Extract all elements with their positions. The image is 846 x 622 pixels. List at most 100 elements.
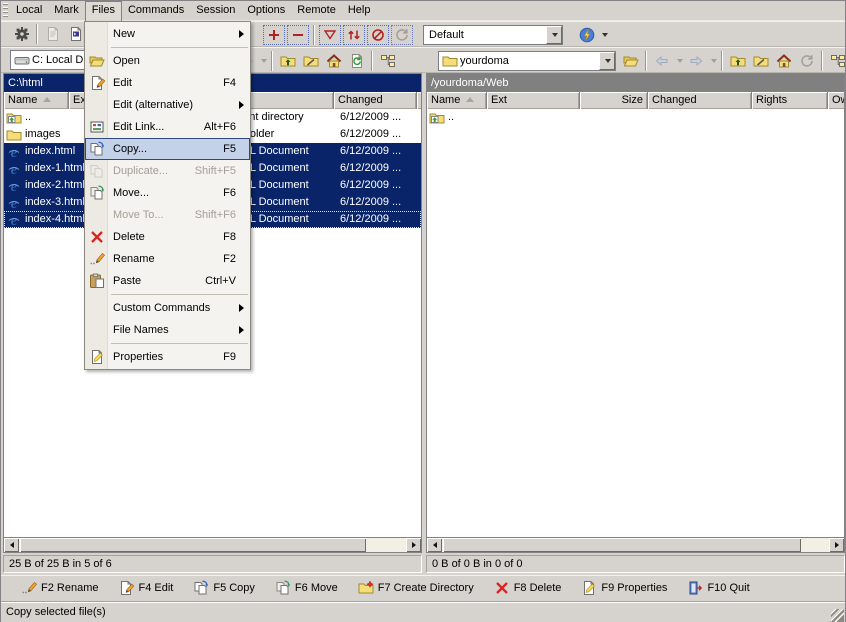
remote-dir-combo[interactable]: yourdoma [438,51,616,71]
menu-item-edit[interactable]: EditF4 [85,72,250,94]
command-button-label: F10 Quit [707,582,749,594]
menu-item-edit-alternative-[interactable]: Edit (alternative) [85,94,250,116]
tree-button[interactable] [826,50,846,72]
f8-delete-button[interactable]: F8 Delete [487,577,569,599]
resize-grip-icon[interactable] [831,609,844,622]
scrollbar-thumb[interactable] [443,538,801,552]
menubar-item-files[interactable]: Files [85,1,122,21]
menu-item-custom-commands[interactable]: Custom Commands [85,297,250,319]
remote-path-bar[interactable]: /yourdoma/Web [427,74,844,92]
file-name-label: .. [25,109,31,126]
synchronize-button[interactable] [343,25,365,45]
right-header-name[interactable]: Name [427,92,487,109]
refresh-button[interactable] [795,50,818,72]
remote-horizontal-scrollbar[interactable] [427,537,844,552]
menubar-item-remote[interactable]: Remote [291,1,342,21]
file-row--[interactable]: .. [427,109,844,126]
dropdown-button[interactable] [257,51,268,71]
menu-item-new[interactable]: New [85,23,250,45]
column-label: Name [8,94,37,106]
menubar-item-help[interactable]: Help [342,1,377,21]
f4-edit-button[interactable]: F4 Edit [111,577,180,599]
root-dir-button[interactable] [299,50,322,72]
menu-item-move-[interactable]: Move...F6 [85,182,250,204]
back-arrow-button[interactable] [650,50,673,72]
menubar-item-mark[interactable]: Mark [48,1,84,21]
menu-item-move-to-[interactable]: Move To...Shift+F6 [85,204,250,226]
menubar-item-options[interactable]: Options [241,1,291,21]
remote-dir-combo-dropdown[interactable] [599,52,615,70]
menu-separator [111,294,248,295]
file-changed-cell: 6/12/2009 ... [340,177,416,194]
parent-folder-icon [429,110,445,126]
menu-item-file-names[interactable]: File Names [85,319,250,341]
file-changed-cell: 6/12/2009 ... [340,160,416,177]
menu-item-copy-[interactable]: Copy...F5 [85,138,250,160]
f6-move-button[interactable]: F6 Move [268,577,345,599]
dropdown-button[interactable] [673,51,684,71]
column-label: Changed [338,94,383,106]
f5-copy-button[interactable]: F5 Copy [186,577,262,599]
menu-item-label: Move... [113,187,223,199]
parent-dir-button[interactable] [276,50,299,72]
right-header-rights[interactable]: Rights [752,92,828,109]
f10-quit-button[interactable]: F10 Quit [680,577,756,599]
preferences-gear-button[interactable] [10,23,33,45]
duplicate-icon [89,163,105,179]
menu-item-rename[interactable]: RenameF2 [85,248,250,270]
html-file-icon: e [6,212,22,228]
scroll-left-button[interactable] [427,538,442,552]
menubar-grip[interactable] [3,3,8,18]
menubar-item-commands[interactable]: Commands [122,1,190,21]
svg-text:e: e [11,162,18,177]
unselect-minus-button[interactable] [287,25,309,45]
toolbar-separator [821,51,823,71]
folder-icon [442,53,458,69]
new-session-button[interactable] [575,24,598,46]
menu-item-delete[interactable]: DeleteF8 [85,226,250,248]
scroll-left-button[interactable] [4,538,19,552]
menu-item-duplicate-[interactable]: Duplicate...Shift+F5 [85,160,250,182]
home-dir-button[interactable] [322,50,345,72]
left-header-changed[interactable]: Changed [334,92,417,109]
right-header-changed[interactable]: Changed [648,92,752,109]
open-dir-button[interactable] [619,50,642,72]
right-header-owner[interactable]: Owner [828,92,844,109]
file-name-label: .. [448,109,454,126]
menu-item-paste[interactable]: PasteCtrl+V [85,270,250,292]
chevron-down-icon [605,59,611,63]
right-header-size[interactable]: Size [580,92,648,109]
right-header-ext[interactable]: Ext [487,92,580,109]
left-header-attr[interactable]: Attr [417,92,421,109]
menubar-item-session[interactable]: Session [190,1,241,21]
tree-button[interactable] [376,50,399,72]
home-dir-button[interactable] [772,50,795,72]
f7-create-directory-button[interactable]: F7 Create Directory [351,577,481,599]
scroll-right-button[interactable] [406,538,421,552]
f9-properties-button[interactable]: F9 Properties [574,577,674,599]
dropdown-button[interactable] [707,51,718,71]
abort-button[interactable] [367,25,389,45]
filter-button[interactable] [319,25,341,45]
new-session-dropdown[interactable] [598,25,609,45]
parent-dir-button[interactable] [726,50,749,72]
scrollbar-thumb[interactable] [20,538,366,552]
forward-arrow-button[interactable] [684,50,707,72]
root-dir-button[interactable] [749,50,772,72]
menu-item-open[interactable]: Open [85,50,250,72]
menu-item-properties[interactable]: PropertiesF9 [85,346,250,368]
file-changed-cell: 6/12/2009 ... [340,109,416,126]
file-changed-cell: 6/12/2009 ... [340,194,416,211]
menu-item-edit-link-[interactable]: Edit Link...Alt+F6 [85,116,250,138]
left-header-name[interactable]: Name [4,92,69,109]
menubar-item-local[interactable]: Local [10,1,48,21]
refresh-green-button[interactable] [345,50,368,72]
session-combo[interactable]: Default [423,25,563,45]
session-combo-dropdown[interactable] [546,26,562,44]
f2-rename-button[interactable]: F2 Rename [14,577,105,599]
select-plus-button[interactable] [263,25,285,45]
scroll-right-button[interactable] [829,538,844,552]
refresh-button[interactable] [391,25,413,45]
log-doc-button[interactable] [41,23,64,45]
local-horizontal-scrollbar[interactable] [4,537,421,552]
